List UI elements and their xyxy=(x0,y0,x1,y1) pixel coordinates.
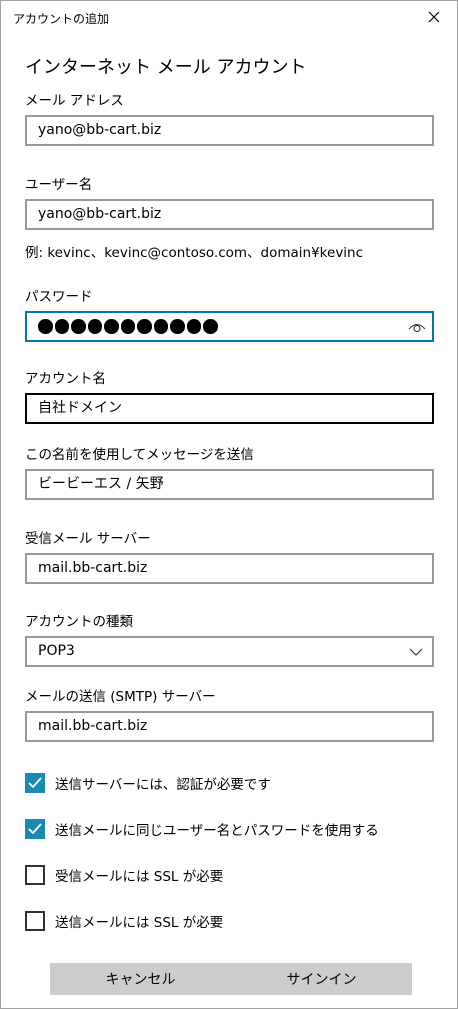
account-type-label: アカウントの種類 xyxy=(25,614,133,630)
signin-button[interactable]: サインイン xyxy=(231,963,412,995)
account-type-select[interactable]: POP3 xyxy=(25,636,434,667)
sender-name-field[interactable]: ビービーエス / 矢野 xyxy=(25,469,434,500)
password-mask-dot xyxy=(87,319,102,334)
sender-name-label: この名前を使用してメッセージを送信 xyxy=(25,447,254,463)
checkbox[interactable] xyxy=(25,865,45,885)
close-icon xyxy=(428,11,440,23)
option-same-credentials[interactable]: 送信メールに同じユーザー名とパスワードを使用する xyxy=(25,818,379,840)
checkbox-label: 送信メールには SSL が必要 xyxy=(55,915,224,931)
title-bar: アカウントの追加 xyxy=(1,1,457,33)
password-mask-dot xyxy=(71,319,86,334)
incoming-server-field[interactable]: mail.bb-cart.biz xyxy=(25,553,434,584)
checkbox-label: 送信サーバーには、認証が必要です xyxy=(55,777,271,793)
checkbox-label: 送信メールに同じユーザー名とパスワードを使用する xyxy=(55,823,379,839)
password-mask xyxy=(38,319,218,334)
close-button[interactable] xyxy=(411,1,457,33)
password-mask-dot xyxy=(153,319,168,334)
chevron-down-icon xyxy=(409,648,423,656)
email-label: メール アドレス xyxy=(25,93,124,109)
checkbox[interactable] xyxy=(25,819,45,839)
password-mask-dot xyxy=(186,319,201,334)
checkbox[interactable] xyxy=(25,911,45,931)
checkbox[interactable] xyxy=(25,773,45,793)
check-icon xyxy=(28,777,42,789)
password-mask-dot xyxy=(54,319,69,334)
option-incoming-ssl[interactable]: 受信メールには SSL が必要 xyxy=(25,864,223,886)
page-title: インターネット メール アカウント xyxy=(25,57,307,78)
account-name-field[interactable]: 自社ドメイン xyxy=(25,393,434,424)
username-field[interactable]: yano@bb-cart.biz xyxy=(25,199,434,230)
option-outgoing-auth[interactable]: 送信サーバーには、認証が必要です xyxy=(25,772,271,794)
email-field[interactable]: yano@bb-cart.biz xyxy=(25,115,434,146)
password-mask-dot xyxy=(104,319,119,334)
username-hint: 例: kevinc、kevinc@contoso.com、domain¥kevi… xyxy=(25,245,364,261)
account-name-label: アカウント名 xyxy=(25,371,106,387)
cancel-button[interactable]: キャンセル xyxy=(50,963,231,995)
account-type-value: POP3 xyxy=(38,643,75,659)
password-mask-dot xyxy=(137,319,152,334)
username-label: ユーザー名 xyxy=(25,177,93,193)
check-icon xyxy=(28,823,42,835)
window-title: アカウントの追加 xyxy=(13,12,110,26)
password-mask-dot xyxy=(38,319,53,334)
outgoing-server-field[interactable]: mail.bb-cart.biz xyxy=(25,711,434,742)
password-mask-dot xyxy=(170,319,185,334)
option-outgoing-ssl[interactable]: 送信メールには SSL が必要 xyxy=(25,910,223,932)
incoming-server-label: 受信メール サーバー xyxy=(25,531,151,547)
eye-icon xyxy=(408,323,426,333)
password-mask-dot xyxy=(203,319,218,334)
password-label: パスワード xyxy=(25,289,93,305)
password-field[interactable] xyxy=(25,311,434,342)
reveal-password-button[interactable] xyxy=(406,317,428,337)
checkbox-label: 受信メールには SSL が必要 xyxy=(55,869,224,885)
password-mask-dot xyxy=(120,319,135,334)
outgoing-server-label: メールの送信 (SMTP) サーバー xyxy=(25,689,216,705)
